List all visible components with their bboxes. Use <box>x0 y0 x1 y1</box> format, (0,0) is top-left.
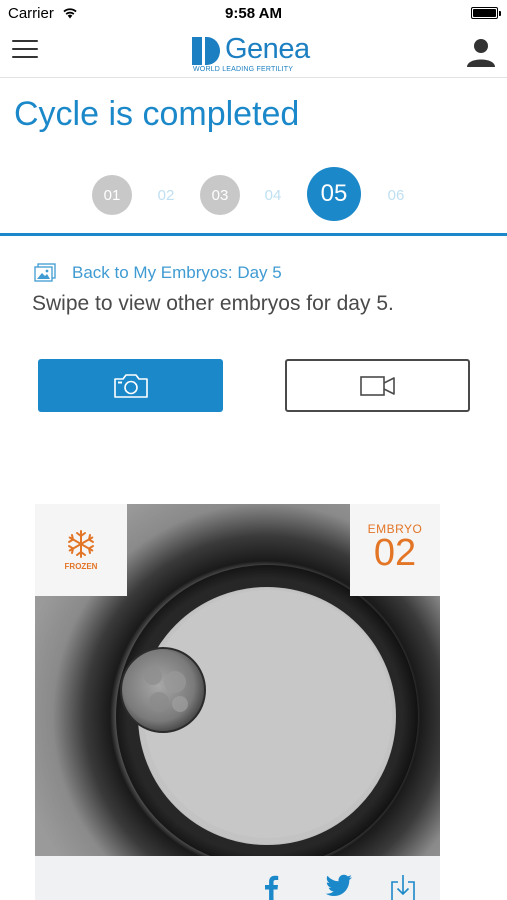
step-05[interactable]: 05 <box>307 167 361 221</box>
genea-logo-mark-icon <box>192 37 220 65</box>
nav-bar: Genea WORLD LEADING FERTILITY <box>0 28 507 78</box>
step-03[interactable]: 03 <box>200 175 240 215</box>
share-bar <box>35 856 440 900</box>
embryo-card[interactable]: FROZEN EMBRYO 02 <box>35 504 440 900</box>
photo-button[interactable] <box>38 359 223 412</box>
twitter-icon[interactable] <box>325 874 353 898</box>
camera-icon <box>113 373 148 398</box>
download-icon[interactable] <box>390 874 416 900</box>
facebook-icon[interactable] <box>263 874 279 900</box>
embryo-number: 02 <box>373 532 417 574</box>
video-camera-icon <box>359 375 395 396</box>
embryo-number-badge: EMBRYO 02 <box>350 504 440 596</box>
logo-name: Genea <box>225 33 310 65</box>
gallery-icon <box>34 263 56 282</box>
genea-logo: Genea WORLD LEADING FERTILITY <box>192 32 318 76</box>
step-02[interactable]: 02 <box>146 175 186 215</box>
frozen-label: FROZEN <box>64 562 98 571</box>
step-04[interactable]: 04 <box>253 175 293 215</box>
logo-tagline: WORLD LEADING FERTILITY <box>193 66 294 73</box>
frozen-badge: FROZEN <box>35 504 127 596</box>
step-01[interactable]: 01 <box>92 175 132 215</box>
back-to-embryos-link[interactable]: Back to My Embryos: Day 5 <box>34 262 282 284</box>
battery-icon <box>471 7 501 19</box>
page-title: Cycle is completed <box>14 95 300 133</box>
snowflake-icon <box>68 530 94 558</box>
back-link-label: Back to My Embryos: Day 5 <box>72 263 282 282</box>
stepper-divider <box>0 233 507 236</box>
clock: 9:58 AM <box>225 5 282 22</box>
swipe-hint: Swipe to view other embryos for day 5. <box>32 292 394 315</box>
step-06[interactable]: 06 <box>376 175 416 215</box>
status-bar: Carrier 9:58 AM <box>0 0 507 28</box>
hamburger-menu-icon[interactable] <box>12 40 38 62</box>
user-profile-icon[interactable] <box>465 36 497 68</box>
video-button[interactable] <box>285 359 470 412</box>
